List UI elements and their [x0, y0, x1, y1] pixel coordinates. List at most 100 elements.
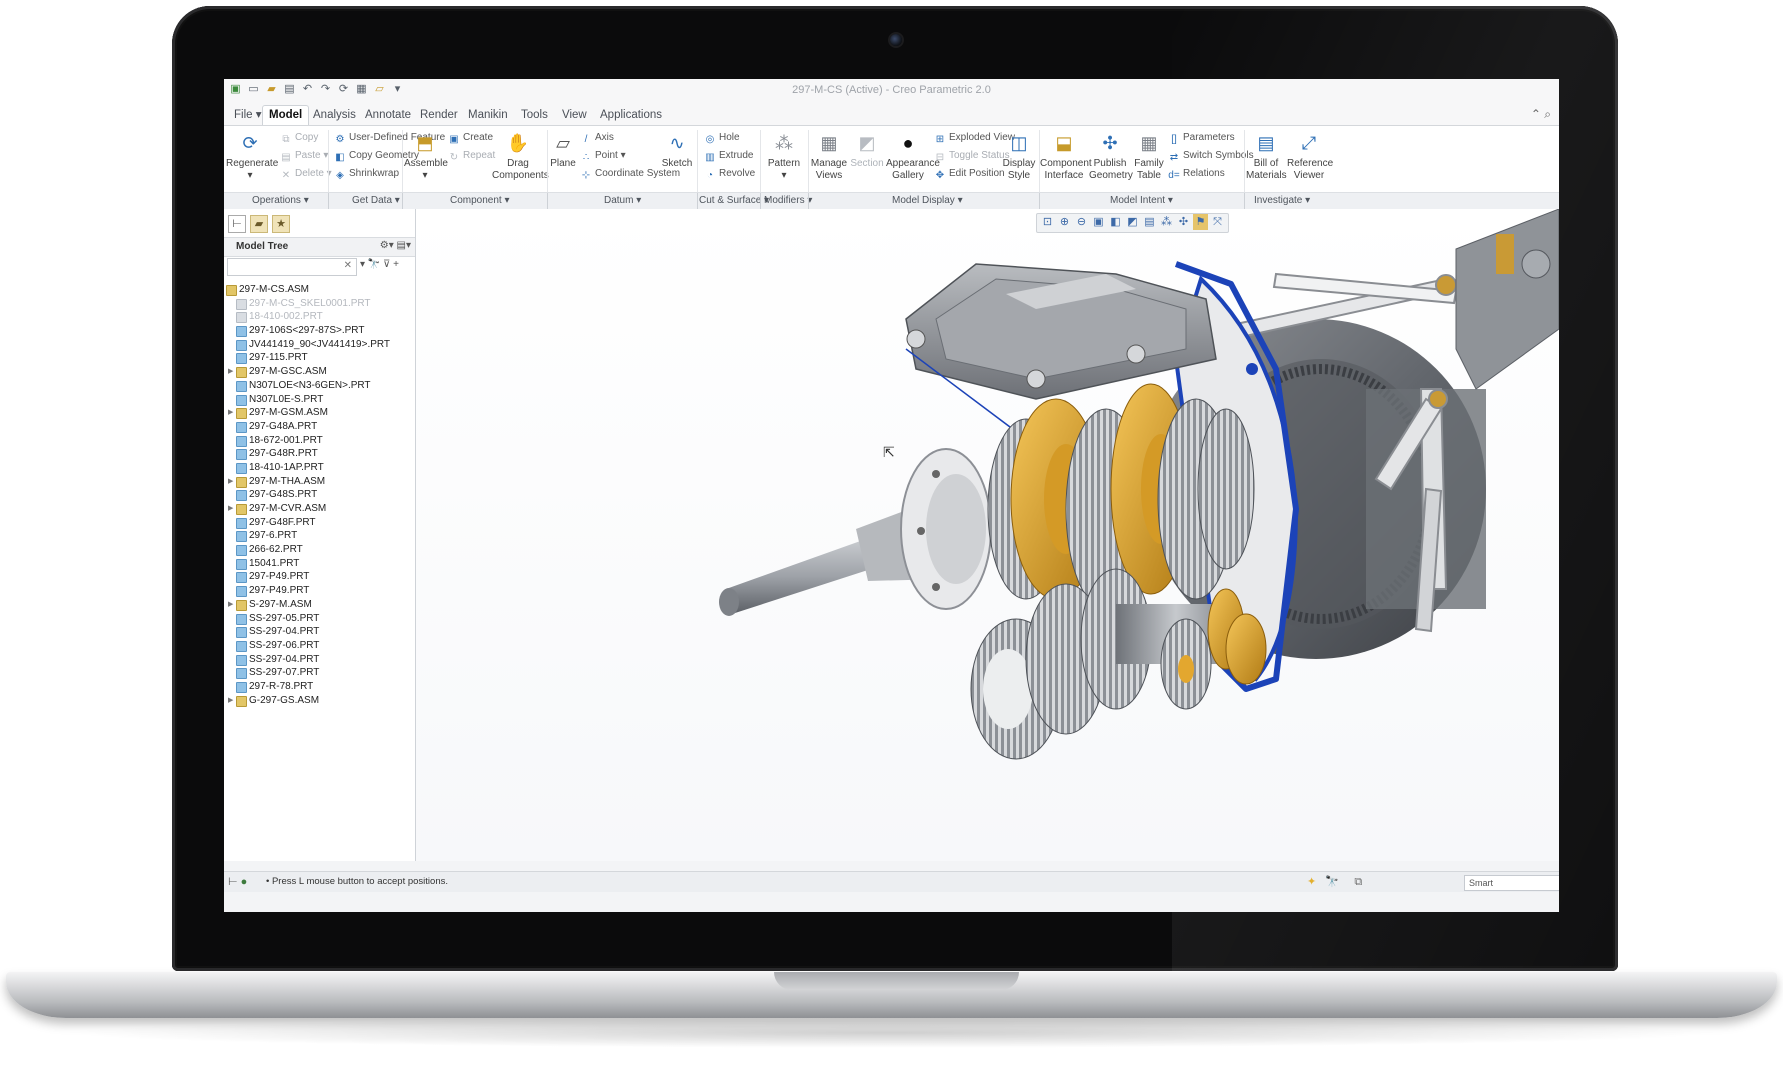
group-model-display[interactable]: Model Display ▾: [892, 195, 963, 206]
tree-item[interactable]: SS-297-07.PRT: [226, 666, 414, 680]
tree-item[interactable]: 297-115.PRT: [226, 351, 414, 365]
tree-item[interactable]: ▶ S-297-M.ASM: [226, 598, 414, 612]
appearance-gallery-button[interactable]: ● Appearance Gallery: [886, 130, 940, 182]
tree-item[interactable]: 297-M-CS_SKEL0001.PRT: [226, 297, 414, 311]
extrude-button[interactable]: ▥ Extrude: [704, 148, 753, 164]
plane-button[interactable]: ▱ Plane: [549, 130, 577, 170]
display-style-button[interactable]: ◫ Display Style: [1002, 130, 1036, 182]
tab-analysis[interactable]: Analysis: [307, 106, 362, 125]
tree-item[interactable]: 18-410-002.PRT: [226, 310, 414, 324]
group-investigate[interactable]: Investigate ▾: [1254, 195, 1310, 206]
group-operations[interactable]: Operations ▾: [252, 195, 309, 206]
tab-manikin[interactable]: Manikin: [462, 106, 514, 125]
tree-item[interactable]: 297-6.PRT: [226, 529, 414, 543]
tree-item[interactable]: SS-297-06.PRT: [226, 639, 414, 653]
tab-annotate[interactable]: Annotate: [359, 106, 417, 125]
parameters-button[interactable]: [] Parameters: [1168, 130, 1234, 146]
tab-model[interactable]: Model: [262, 105, 310, 125]
tree-item[interactable]: ▶ 297-M-GSC.ASM: [226, 365, 414, 379]
show-navigator-icon[interactable]: ⊢: [228, 876, 238, 888]
tree-settings-icon[interactable]: ⚙▾: [380, 240, 394, 251]
tree-item[interactable]: 297-M-CS.ASM: [226, 283, 414, 297]
tree-item[interactable]: SS-297-04.PRT: [226, 653, 414, 667]
tab-render[interactable]: Render: [414, 106, 464, 125]
point-button[interactable]: ∴ Point ▾: [580, 148, 626, 164]
tree-item[interactable]: 297-G48F.PRT: [226, 516, 414, 530]
create-button[interactable]: ▣ Create: [448, 130, 493, 146]
paste-button[interactable]: ▤ Paste ▾: [280, 148, 328, 164]
reference-viewer-button[interactable]: ⤢ Reference Viewer: [1287, 130, 1333, 182]
tree-item[interactable]: ▶ G-297-GS.ASM: [226, 694, 414, 708]
tree-item[interactable]: N307L0E-S.PRT: [226, 393, 414, 407]
group-component[interactable]: Component ▾: [450, 195, 510, 206]
hole-button[interactable]: ◎ Hole: [704, 130, 740, 146]
bill-of-materials-button[interactable]: ▤ Bill of Materials: [1246, 130, 1287, 182]
regenerate-button[interactable]: ⟳ Regenerate ▾: [226, 130, 278, 182]
tree-item[interactable]: SS-297-04.PRT: [226, 625, 414, 639]
tree-item[interactable]: 297-R-78.PRT: [226, 680, 414, 694]
minimize-ribbon-icon[interactable]: ⌃: [1531, 107, 1541, 121]
browser-icon[interactable]: ●: [241, 876, 248, 888]
group-get-data[interactable]: Get Data ▾: [352, 195, 400, 206]
tree-item[interactable]: 266-62.PRT: [226, 543, 414, 557]
expand-icon[interactable]: ▶: [228, 502, 233, 516]
gearbox-model[interactable]: [416, 209, 1559, 861]
repeat-button[interactable]: ↻ Repeat: [448, 148, 495, 164]
model-tree-tab-icon[interactable]: ⊢: [228, 215, 246, 233]
search-icon[interactable]: ⌕: [1544, 107, 1551, 121]
revolve-button[interactable]: ◔ Revolve: [704, 166, 755, 182]
tree-item[interactable]: ▶ 297-M-THA.ASM: [226, 475, 414, 489]
family-table-button[interactable]: ▦ Family Table: [1132, 130, 1166, 182]
component-interface-button[interactable]: ⬓ Component Interface: [1040, 130, 1092, 182]
edit-position-button[interactable]: ✥ Edit Position: [934, 166, 1005, 182]
tree-item[interactable]: ▶ 297-M-CVR.ASM: [226, 502, 414, 516]
sketch-button[interactable]: ∿ Sketch: [660, 130, 694, 170]
drag-components-button[interactable]: ✋ Drag Components: [492, 130, 549, 182]
expand-icon[interactable]: ▶: [228, 475, 233, 489]
tree-show-icon[interactable]: ▤▾: [397, 240, 411, 251]
select-box-icon[interactable]: ⧉: [1354, 876, 1362, 888]
folder-browser-tab-icon[interactable]: ▰: [250, 215, 268, 233]
tree-item[interactable]: ▶ 297-M-GSM.ASM: [226, 406, 414, 420]
clear-search-icon[interactable]: ✕: [344, 260, 352, 271]
tree-item[interactable]: 15041.PRT: [226, 557, 414, 571]
tab-applications[interactable]: Applications: [594, 106, 668, 125]
group-cut-surface[interactable]: Cut & Surface ▾: [699, 195, 769, 206]
tree-item[interactable]: JV441419_90<JV441419>.PRT: [226, 338, 414, 352]
tab-view[interactable]: View: [556, 106, 593, 125]
tree-item[interactable]: 297-G48A.PRT: [226, 420, 414, 434]
expand-icon[interactable]: ▶: [228, 406, 233, 420]
find-icon[interactable]: 🔭: [368, 259, 380, 270]
relations-button[interactable]: d= Relations: [1168, 166, 1224, 182]
model-tree-search-input[interactable]: ✕: [227, 258, 357, 276]
pattern-button[interactable]: ⁂ Pattern ▾: [764, 130, 804, 182]
graphics-viewport[interactable]: ⊡ ⊕ ⊖ ▣ ◧ ◩ ▤ ⁂ ✣ ⚑ ⤧ ⇱: [416, 209, 1559, 861]
group-datum[interactable]: Datum ▾: [604, 195, 641, 206]
toggle-status-button[interactable]: ⊟ Toggle Status: [934, 148, 1010, 164]
tree-item[interactable]: 297-P49.PRT: [226, 570, 414, 584]
filter-icon[interactable]: ⊽: [383, 259, 390, 270]
tree-item[interactable]: 297-106S<297-87S>.PRT: [226, 324, 414, 338]
favorites-tab-icon[interactable]: ★: [272, 215, 290, 233]
tree-item[interactable]: 18-410-1AP.PRT: [226, 461, 414, 475]
tree-item[interactable]: 18-672-001.PRT: [226, 434, 414, 448]
tree-item[interactable]: SS-297-05.PRT: [226, 612, 414, 626]
assemble-button[interactable]: ⬒ Assemble ▾: [404, 130, 448, 182]
expand-icon[interactable]: ▶: [228, 694, 233, 708]
switch-symbols-button[interactable]: ⇄ Switch Symbols: [1168, 148, 1254, 164]
selection-filter-select[interactable]: Smart: [1464, 875, 1559, 891]
regen-status-icon[interactable]: ✦: [1307, 876, 1316, 888]
tree-item[interactable]: N307LOE<N3-6GEN>.PRT: [226, 379, 414, 393]
tab-tools[interactable]: Tools: [515, 106, 554, 125]
axis-button[interactable]: / Axis: [580, 130, 614, 146]
copy-button[interactable]: ⧉ Copy: [280, 130, 318, 146]
group-model-intent[interactable]: Model Intent ▾: [1110, 195, 1173, 206]
group-modifiers[interactable]: Modifiers ▾: [764, 195, 812, 206]
manage-views-button[interactable]: ▦ Manage Views: [810, 130, 848, 182]
section-button[interactable]: ◩ Section: [849, 130, 885, 170]
expand-icon[interactable]: ▶: [228, 365, 233, 379]
add-icon[interactable]: +: [393, 259, 399, 270]
find-status-icon[interactable]: 🔭: [1325, 876, 1339, 888]
tree-item[interactable]: 297-P49.PRT: [226, 584, 414, 598]
tree-item[interactable]: 297-G48S.PRT: [226, 488, 414, 502]
